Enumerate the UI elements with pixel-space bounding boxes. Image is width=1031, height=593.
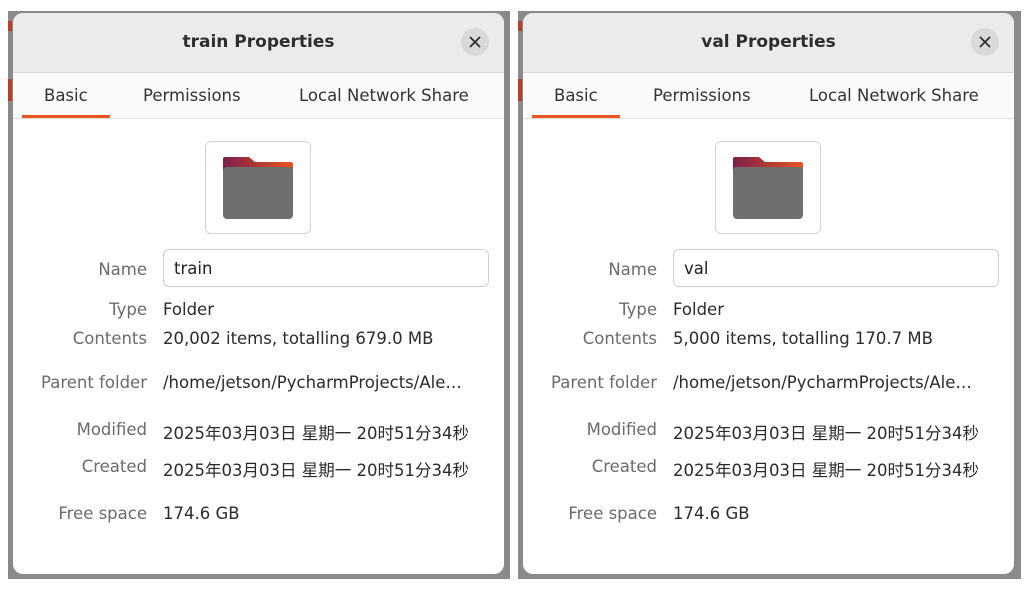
tab-basic[interactable]: Basic <box>532 73 620 118</box>
contents-label: Contents <box>582 329 657 348</box>
dialog-titlebar[interactable]: val Properties <box>523 13 1014 73</box>
close-button[interactable] <box>461 28 489 56</box>
name-input[interactable] <box>673 249 999 287</box>
parent-folder-label: Parent folder <box>41 373 147 392</box>
free-space-label: Free space <box>568 504 657 523</box>
name-label: Name <box>98 260 147 279</box>
properties-dialog-val: val Properties Basic Permissions Local N… <box>523 13 1014 574</box>
close-icon <box>469 36 481 48</box>
close-button[interactable] <box>971 28 999 56</box>
properties-dialog-train: train Properties Basic Permissions Local… <box>13 13 504 574</box>
folder-icon-button[interactable] <box>715 141 821 234</box>
contents-value: 5,000 items, totalling 170.7 MB <box>673 329 933 348</box>
modified-label: Modified <box>76 420 147 439</box>
name-input[interactable] <box>163 249 489 287</box>
tab-permissions[interactable]: Permissions <box>653 73 751 118</box>
type-label: Type <box>109 300 147 319</box>
dialog-title: val Properties <box>701 32 836 52</box>
type-value: Folder <box>673 300 724 319</box>
folder-icon <box>733 157 803 219</box>
dialog-titlebar[interactable]: train Properties <box>13 13 504 73</box>
tab-bar: Basic Permissions Local Network Share <box>13 73 504 119</box>
parent-folder-value[interactable]: /home/jetson/PycharmProjects/Ale… <box>673 373 1003 392</box>
free-space-value: 174.6 GB <box>673 504 750 523</box>
parent-folder-label: Parent folder <box>551 373 657 392</box>
background-accent <box>8 21 12 31</box>
tab-bar: Basic Permissions Local Network Share <box>523 73 1014 119</box>
folder-icon-button[interactable] <box>205 141 311 234</box>
modified-value: 2025年03月03日 星期一 20时51分34秒 <box>163 424 469 443</box>
tab-local-network-share[interactable]: Local Network Share <box>809 73 979 118</box>
close-icon <box>979 36 991 48</box>
modified-label: Modified <box>586 420 657 439</box>
dialog-title: train Properties <box>182 32 335 52</box>
folder-icon <box>223 157 293 219</box>
created-value: 2025年03月03日 星期一 20时51分34秒 <box>673 461 979 480</box>
modified-value: 2025年03月03日 星期一 20时51分34秒 <box>673 424 979 443</box>
contents-value: 20,002 items, totalling 679.0 MB <box>163 329 434 348</box>
free-space-value: 174.6 GB <box>163 504 240 523</box>
parent-folder-value[interactable]: /home/jetson/PycharmProjects/Ale… <box>163 373 493 392</box>
contents-label: Contents <box>72 329 147 348</box>
name-label: Name <box>608 260 657 279</box>
type-label: Type <box>619 300 657 319</box>
background-accent <box>518 79 522 101</box>
type-value: Folder <box>163 300 214 319</box>
created-value: 2025年03月03日 星期一 20时51分34秒 <box>163 461 469 480</box>
tab-basic[interactable]: Basic <box>22 73 110 118</box>
created-label: Created <box>81 457 147 476</box>
created-label: Created <box>591 457 657 476</box>
tab-permissions[interactable]: Permissions <box>143 73 241 118</box>
background-accent <box>8 79 12 101</box>
background-accent <box>518 21 522 31</box>
free-space-label: Free space <box>58 504 147 523</box>
tab-local-network-share[interactable]: Local Network Share <box>299 73 469 118</box>
